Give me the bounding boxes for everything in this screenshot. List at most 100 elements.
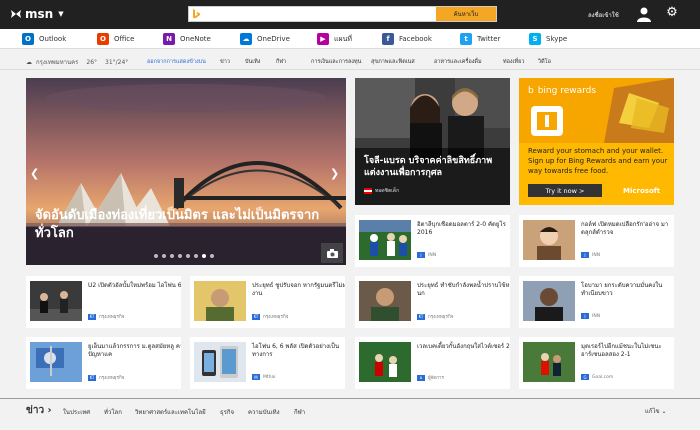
footer-link[interactable]: ความบันเทิง — [248, 407, 280, 417]
feature-source-label: ทอดซิตเด็ก — [375, 188, 400, 194]
app-label: Twitter — [477, 35, 501, 43]
apps-bar: O Outlook O Office N OneNote ☁ OneDrive ▶ แผนที่ f… — [0, 29, 700, 49]
news-title[interactable]: โอบามา ยกระดับความมั่นคงในทำเนียบขาว — [581, 282, 674, 298]
nav-link[interactable]: บันเทิง — [245, 58, 260, 66]
footer-heading[interactable]: ข่าว › — [26, 403, 52, 418]
carousel-dot[interactable] — [186, 254, 190, 258]
source-logo-icon: I — [581, 313, 589, 319]
app-label: Office — [114, 35, 135, 43]
weather-widget[interactable]: ☁ กรุงเทพมหานคร 26° 31°/24° — [26, 57, 128, 67]
carousel-dot[interactable] — [162, 254, 166, 258]
app-label: OneDrive — [257, 35, 290, 43]
carousel-dot[interactable] — [170, 254, 174, 258]
outlook-icon: O — [22, 33, 34, 45]
logo-text: msn — [25, 7, 54, 21]
msn-logo[interactable]: msn ▼ — [10, 7, 64, 21]
news-thumbnail — [30, 342, 82, 382]
footer-link[interactable]: กีฬา — [294, 407, 305, 417]
onenote-icon: N — [163, 33, 175, 45]
app-onenote[interactable]: N OneNote — [163, 33, 211, 45]
search-input[interactable] — [203, 7, 436, 21]
search-button[interactable]: ค้นหาเว็บ — [436, 7, 496, 21]
nav-link[interactable]: ออกจากการแสดงข้างบน — [147, 58, 206, 66]
news-title[interactable]: กอล์ฟ เปิดหมดเปลือกรัก'ออ่าจ มาดลุกส์ตำร… — [581, 221, 674, 237]
app-แผนที่[interactable]: ▶ แผนที่ — [317, 33, 352, 45]
weather-city: กรุงเทพมหานคร — [36, 59, 79, 66]
news-title[interactable]: มุตเรอร์ไปอีกแม้ชนะในไม่เชนะอาร์เซนอลสอง… — [581, 343, 674, 359]
nav-link[interactable]: วิดีโอ — [538, 58, 551, 66]
carousel-dot[interactable] — [154, 254, 158, 258]
hero-carousel[interactable]: จัดอันดับเมืองท่องเที่ยวเป็นมิตร และไม่เ… — [26, 78, 346, 265]
try-it-now-button[interactable]: Try it now > — [528, 184, 602, 197]
ad-brand: bing rewards — [537, 86, 597, 96]
footer-link[interactable]: ธุรกิจ — [220, 407, 234, 417]
edit-link[interactable]: แก้ไข ⌄ — [645, 406, 667, 416]
weather-range: 31°/24° — [105, 58, 129, 66]
news-source: M Mthai — [252, 374, 276, 380]
carousel-dot[interactable] — [194, 254, 198, 258]
nav-link[interactable]: อาหารและเครื่องดื่ม — [434, 58, 482, 66]
footer-link[interactable]: วิทยาศาสตร์และเทคโนโลยี — [135, 407, 206, 417]
news-card[interactable]: เวลเบคเดี้ยวกั้นอังกฤษใสไวต์เซอร์ 2-0 ผผู… — [355, 337, 510, 389]
signin-link[interactable]: ลงชื่อเข้าใช้ — [588, 10, 619, 20]
nav-link[interactable]: การเงินและการลงทุน — [311, 58, 361, 66]
app-twitter[interactable]: t Twitter — [460, 33, 500, 45]
news-source: I INN — [581, 313, 600, 319]
cloud-icon: ☁ — [26, 58, 32, 66]
news-title[interactable]: ประยุทธ์ ทำชับกำลังพลน้ำปราบไข้หวัดนก — [417, 282, 510, 298]
news-card[interactable]: มุตเรอร์ไปอีกแม้ชนะในไม่เชนะอาร์เซนอลสอง… — [519, 337, 674, 389]
next-arrow-icon[interactable]: ❯ — [330, 167, 339, 180]
news-source-label: กรุงเทพธุรกิจ — [99, 376, 125, 381]
news-card[interactable]: ประยุทธ์ ทำชับกำลังพลน้ำปราบไข้หวัดนก KT ก… — [355, 276, 510, 328]
footer-news-bar: ข่าว › ในประเทศ ทั่วโลก วิทยาศาสตร์และเทคโ… — [0, 398, 700, 430]
app-facebook[interactable]: f Facebook — [382, 33, 432, 45]
nav-link[interactable]: กีฬา — [276, 58, 286, 66]
news-card[interactable]: กอล์ฟ เปิดหมดเปลือกรัก'ออ่าจ มาดลุกส์ตำร… — [519, 215, 674, 267]
news-title[interactable]: U2 เปิดตัวอัลบั้มใหม่พร้อม ไอโฟน 6 — [88, 282, 181, 290]
app-office[interactable]: O Office — [97, 33, 134, 45]
news-title[interactable]: เวลเบคเดี้ยวกั้นอังกฤษใสไวต์เซอร์ 2-0 — [417, 343, 510, 351]
nav-link[interactable]: ข่าว — [220, 58, 230, 66]
app-onedrive[interactable]: ☁ OneDrive — [240, 33, 290, 45]
news-card[interactable]: อิตาลีบุกเชือดมอลตาร์ 2-0 คัดยูโร 2016 I I… — [355, 215, 510, 267]
news-title[interactable]: อิตาลีบุกเชือดมอลตาร์ 2-0 คัดยูโร 2016 — [417, 221, 510, 237]
news-card[interactable]: ประยุทธ์ ชูปรับจอก หากรัฐมนตรีไม่ผลงาน KT… — [190, 276, 345, 328]
app-label: OneNote — [180, 35, 211, 43]
news-card[interactable]: โอบามา ยกระดับความมั่นคงในทำเนียบขาว I INN — [519, 276, 674, 328]
gear-icon[interactable]: ⚙ — [665, 6, 679, 20]
carousel-dot[interactable] — [210, 254, 214, 258]
avatar[interactable] — [636, 6, 652, 22]
featured-story[interactable]: โจลี-แบรด บริจาคค่าลิขสิทธิ์ภาพแต่งงานเพ… — [355, 78, 510, 205]
app-outlook[interactable]: O Outlook — [22, 33, 66, 45]
maps-icon: ▶ — [317, 33, 329, 45]
news-thumbnail — [523, 281, 575, 321]
microsoft-logo: Microsoft — [623, 187, 661, 195]
twitter-icon: t — [460, 33, 472, 45]
flag-icon — [364, 188, 372, 194]
app-skype[interactable]: S Skype — [529, 33, 567, 45]
news-card[interactable]: ยูเอ็นมาแล้วกรรการ ม.ตูลสมัยหลู คาปัญหาแ… — [26, 337, 181, 389]
footer-link[interactable]: ทั่วโลก — [104, 407, 122, 417]
news-source: G Goal.com — [581, 374, 613, 380]
nav-link[interactable]: สุขภาพและฟิตเนส — [371, 58, 415, 66]
prev-arrow-icon[interactable]: ❮ — [30, 167, 39, 180]
carousel-dot[interactable] — [178, 254, 182, 258]
nav-link[interactable]: ท่องเที่ยว — [503, 58, 524, 66]
footer-link[interactable]: ในประเทศ — [63, 407, 90, 417]
news-source-label: INN — [592, 252, 601, 258]
news-thumbnail — [523, 220, 575, 260]
hero-caption[interactable]: จัดอันดับเมืองท่องเที่ยวเป็นมิตร และไม่เ… — [35, 207, 335, 243]
camera-icon[interactable] — [321, 243, 343, 263]
news-card[interactable]: U2 เปิดตัวอัลบั้มใหม่พร้อม ไอโฟน 6 KT กรุง… — [26, 276, 181, 328]
news-source-label: กรุงเทพธุรกิจ — [99, 315, 125, 320]
news-title[interactable]: ยูเอ็นมาแล้วกรรการ ม.ตูลสมัยหลู คาปัญหาแ… — [88, 343, 181, 359]
news-title[interactable]: ไอโฟน 6, 6 พลัส เปิดตัวอย่างเป็นทางการ — [252, 343, 345, 359]
onedrive-icon: ☁ — [240, 33, 252, 45]
app-label: Facebook — [399, 35, 432, 43]
news-card[interactable]: ไอโฟน 6, 6 พลัส เปิดตัวอย่างเป็นทางการ M M… — [190, 337, 345, 389]
chevron-down-icon[interactable]: ▼ — [58, 10, 63, 18]
bing-rewards-ad[interactable]: b bing rewards Reward your stomach and y… — [519, 78, 674, 205]
carousel-dot[interactable] — [202, 254, 206, 258]
source-logo-icon: G — [581, 374, 589, 380]
news-title[interactable]: ประยุทธ์ ชูปรับจอก หากรัฐมนตรีไม่ผลงาน — [252, 282, 345, 298]
